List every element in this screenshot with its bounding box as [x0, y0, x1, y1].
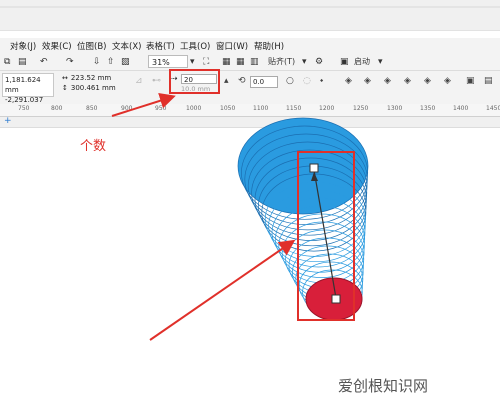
start-handle[interactable] [309, 163, 319, 173]
blend-ring [281, 221, 365, 284]
annotation-label: 个数 [80, 139, 107, 154]
watermark: 爱创根知识网 [338, 377, 429, 395]
end-handle[interactable] [331, 294, 341, 304]
blend-artwork [111, 92, 369, 341]
annotation-arrow-steps [111, 92, 176, 117]
annotation-arrow-object [149, 239, 296, 341]
